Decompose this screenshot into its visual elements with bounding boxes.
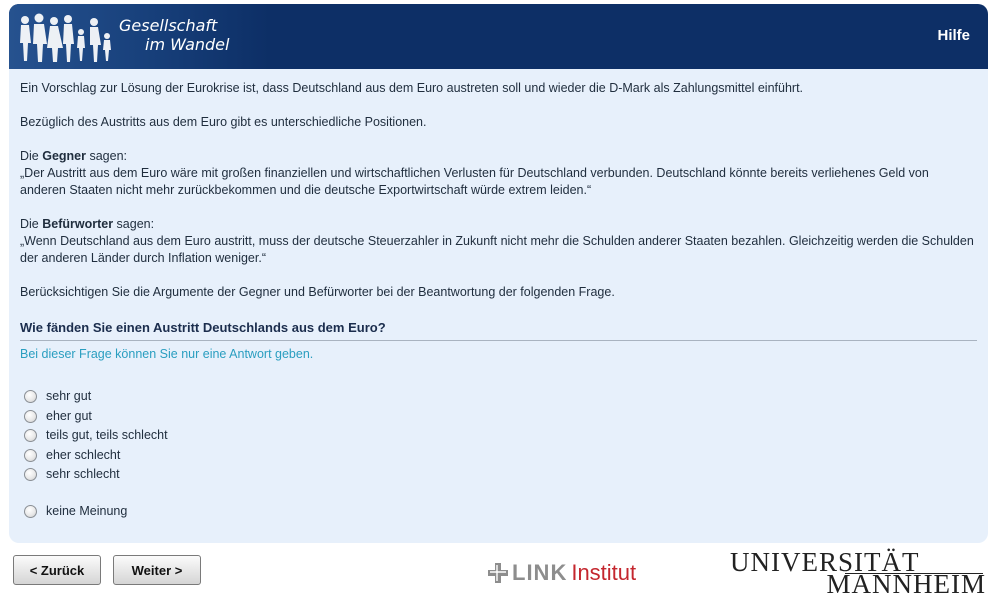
back-button[interactable]: < Zurück [13,555,101,585]
option-sehr-gut[interactable]: sehr gut [24,389,91,403]
header-bar: Gesellschaft im Wandel Hilfe [9,4,988,69]
supporters-suffix: sagen: [113,217,155,231]
site-logo-text: Gesellschaft im Wandel [119,16,229,54]
survey-panel: Ein Vorschlag zur Lösung der Eurokrise i… [9,69,988,543]
option-label: sehr schlecht [46,467,120,481]
option-label: keine Meinung [46,504,128,518]
consider-instruction: Berücksichtigen Sie die Argumente der Ge… [20,285,615,299]
option-eher-gut[interactable]: eher gut [24,409,92,423]
option-label: teils gut, teils schlecht [46,428,168,442]
supporters-label: Befürworter [42,217,114,231]
intro-text: Ein Vorschlag zur Lösung der Eurokrise i… [20,80,977,301]
opponents-suffix: sagen: [86,149,128,163]
option-label: eher schlecht [46,448,121,462]
supporters-quote: „Wenn Deutschland aus dem Euro austritt,… [20,234,974,265]
option-keine-meinung[interactable]: keine Meinung [24,504,127,518]
option-sehr-schlecht[interactable]: sehr schlecht [24,467,120,481]
radio-sehr-gut[interactable] [24,389,37,403]
radio-sehr-schlecht[interactable] [24,467,37,481]
logo-line-2: im Wandel [145,35,230,54]
next-button[interactable]: Weiter > [113,555,201,585]
single-answer-hint: Bei dieser Frage können Sie nur eine Ant… [20,347,314,361]
people-silhouette-icon [20,13,111,62]
link-institut-logo: LINK Institut [488,560,636,586]
supporters-heading: Die Befürworter sagen: [20,216,977,233]
link-institut-text: Institut [571,560,637,585]
supporters-prefix: Die [20,217,43,231]
link-cross-icon [488,563,508,583]
opponents-label: Gegner [42,149,86,163]
intro-paragraph-proposal: Ein Vorschlag zur Lösung der Eurokrise i… [20,81,804,95]
opponents-quote: „Der Austritt aus dem Euro wäre mit groß… [20,166,929,197]
radio-teils-gut-teils-schlecht[interactable] [24,428,37,442]
option-label: sehr gut [46,389,92,403]
uni-line-2: MANNHEIM [826,569,986,599]
help-link[interactable]: Hilfe [937,27,970,44]
radio-keine-meinung[interactable] [24,504,37,518]
intro-paragraph-positions: Bezüglich des Austritts aus dem Euro gib… [20,115,427,129]
option-teils-gut-teils-schlecht[interactable]: teils gut, teils schlecht [24,428,168,442]
question-title: Wie fänden Sie einen Austritt Deutschlan… [20,320,977,341]
radio-eher-gut[interactable] [24,409,37,423]
logo-line-1: Gesellschaft [119,16,218,35]
opponents-prefix: Die [20,149,43,163]
opponents-heading: Die Gegner sagen: [20,148,977,165]
option-eher-schlecht[interactable]: eher schlecht [24,448,120,462]
radio-eher-schlecht[interactable] [24,448,37,462]
universitaet-mannheim-logo: UNIVERSITÄT MANNHEIM [730,547,990,599]
option-label: eher gut [46,409,92,423]
link-word: LINK [512,560,568,585]
